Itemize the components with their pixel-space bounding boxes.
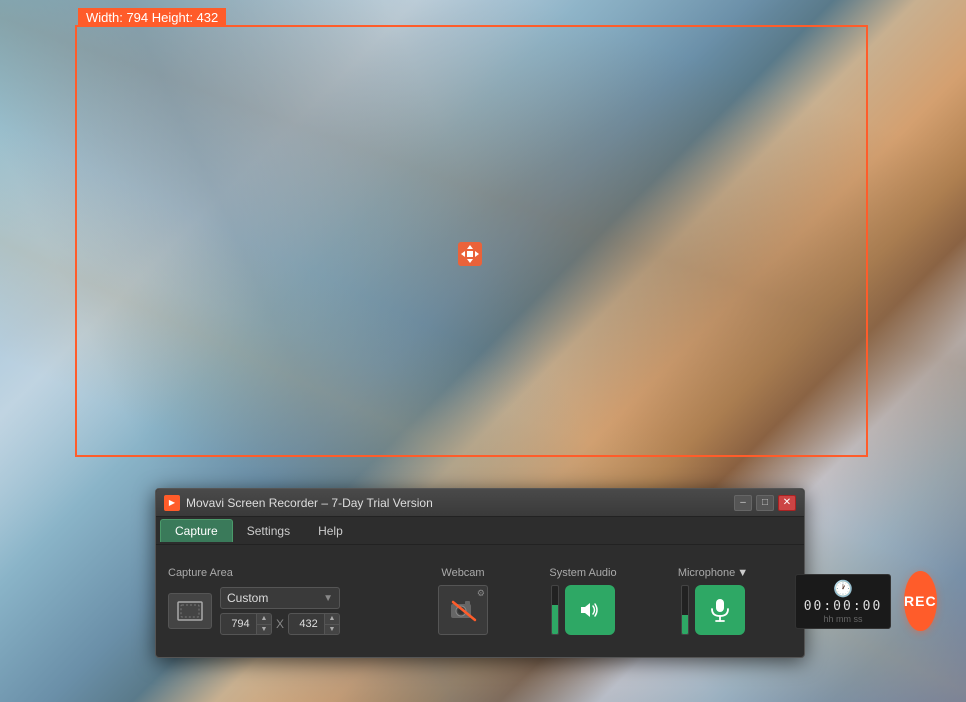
move-cursor-icon[interactable]	[456, 240, 484, 268]
width-spinner-down[interactable]: ▼	[257, 625, 271, 635]
width-spinner-up[interactable]: ▲	[257, 614, 271, 625]
dimension-inputs: 794 ▲ ▼ X 432 ▲ ▼	[220, 613, 340, 635]
content-area: Capture Area Custom ▼ 794	[156, 545, 804, 657]
menu-bar: Capture Settings Help	[156, 517, 804, 545]
height-value: 432	[289, 618, 324, 630]
capture-section: Capture Area Custom ▼ 794	[168, 567, 388, 635]
close-button[interactable]: ✕	[778, 495, 796, 511]
timer-time: 00:00:00	[804, 599, 883, 614]
dropdown-arrow-icon: ▼	[323, 593, 333, 604]
window-title: Movavi Screen Recorder – 7-Day Trial Ver…	[186, 496, 734, 510]
width-spinbox[interactable]: 794 ▲ ▼	[220, 613, 272, 635]
capture-controls: Custom ▼ 794 ▲ ▼ X 432	[168, 587, 388, 635]
timer-section: 🕐 00:00:00 hh mm ss	[798, 574, 888, 629]
microphone-level-bar	[681, 585, 689, 635]
webcam-section: Webcam ⚙	[428, 567, 498, 635]
height-spinbox[interactable]: 432 ▲ ▼	[288, 613, 340, 635]
minimize-button[interactable]: –	[734, 495, 752, 511]
maximize-button[interactable]: □	[756, 495, 774, 511]
system-audio-section: System Audio	[538, 567, 628, 635]
record-button[interactable]: REC	[904, 571, 937, 631]
microphone-level-fill	[682, 615, 688, 634]
timer-clock-icon: 🕐	[833, 579, 853, 599]
app-icon	[164, 495, 180, 511]
capture-area-icon-button[interactable]	[168, 593, 212, 629]
capture-dropdown-container: Custom ▼ 794 ▲ ▼ X 432	[220, 587, 340, 635]
tab-capture[interactable]: Capture	[160, 519, 233, 542]
microphone-section: Microphone ▼	[668, 567, 758, 635]
tab-settings[interactable]: Settings	[233, 520, 304, 542]
capture-area-label: Capture Area	[168, 567, 388, 579]
timer-sub: hh mm ss	[823, 614, 862, 624]
system-audio-level-fill	[552, 605, 558, 634]
system-audio-controls	[551, 585, 615, 635]
width-value: 794	[221, 618, 256, 630]
height-spinner-down[interactable]: ▼	[325, 625, 339, 635]
webcam-button[interactable]: ⚙	[438, 585, 488, 635]
capture-preset-dropdown[interactable]: Custom ▼	[220, 587, 340, 609]
height-spinner-up[interactable]: ▲	[325, 614, 339, 625]
webcam-settings-icon: ⚙	[477, 588, 485, 599]
window-controls: – □ ✕	[734, 495, 796, 511]
tab-help[interactable]: Help	[304, 520, 357, 542]
microphone-button[interactable]	[695, 585, 745, 635]
webcam-label: Webcam	[441, 567, 484, 579]
system-audio-level-bar	[551, 585, 559, 635]
microphone-controls	[681, 585, 745, 635]
dimension-separator: X	[276, 617, 284, 631]
title-bar: Movavi Screen Recorder – 7-Day Trial Ver…	[156, 489, 804, 517]
microphone-label: Microphone ▼	[678, 567, 748, 579]
capture-preset-value: Custom	[227, 591, 268, 605]
width-spinners: ▲ ▼	[256, 614, 271, 634]
height-spinners: ▲ ▼	[324, 614, 339, 634]
recorder-window: Movavi Screen Recorder – 7-Day Trial Ver…	[155, 488, 805, 658]
dimension-label: Width: 794 Height: 432	[78, 8, 226, 27]
system-audio-label: System Audio	[549, 567, 616, 579]
system-audio-button[interactable]	[565, 585, 615, 635]
timer-display: 🕐 00:00:00 hh mm ss	[795, 574, 892, 629]
microphone-dropdown-arrow[interactable]: ▼	[737, 567, 748, 579]
